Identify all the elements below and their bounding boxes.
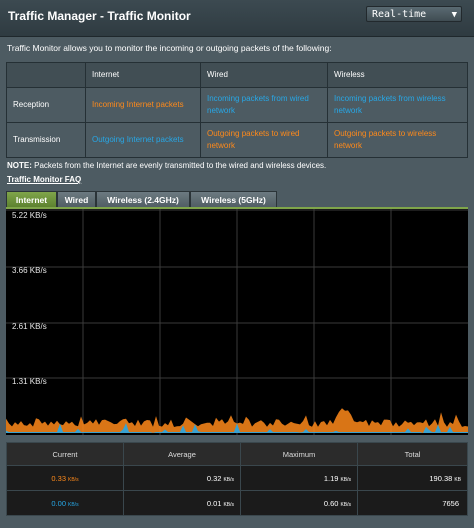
- average-value: 0.32: [206, 473, 222, 483]
- column-header-wireless: Wireless: [327, 62, 468, 88]
- stats-header-current: Current: [6, 442, 124, 466]
- cell-internet-transmission: Outgoing Internet packets: [85, 122, 201, 158]
- y-axis-label: 1.31 KB/s: [12, 377, 47, 386]
- total-value: 190.38: [429, 473, 453, 483]
- y-axis-label: 3.66 KB/s: [12, 266, 47, 275]
- unit-label: KB/s: [340, 476, 351, 483]
- chevron-down-icon: ▼: [451, 10, 457, 20]
- note-body: Packets from the Internet are evenly tra…: [31, 161, 327, 170]
- page-header: Traffic Manager - Traffic Monitor Real-t…: [0, 0, 474, 37]
- cell-wired-reception: Incoming packets from wired network: [200, 87, 328, 123]
- y-axis-label: 5.22 KB/s: [12, 211, 47, 220]
- table-row: Reception Incoming Internet packets Inco…: [6, 87, 468, 123]
- unit-label: KB: [454, 476, 461, 483]
- stats-total-reception: 190.38 KB: [357, 465, 468, 491]
- cell-wireless-reception: Incoming packets from wireless network: [327, 87, 468, 123]
- maximum-value: 0.60: [323, 498, 339, 508]
- mode-select-value: Real-time: [372, 9, 427, 20]
- stats-average-reception: 0.32 KB/s: [123, 465, 241, 491]
- traffic-graph-svg: [6, 209, 468, 435]
- traffic-graph: 5.22 KB/s 3.66 KB/s 2.61 KB/s 1.31 KB/s: [6, 207, 468, 435]
- stats-total-transmission: 7656: [357, 490, 468, 516]
- stats-header-maximum: Maximum: [240, 442, 358, 466]
- unit-label: KB/s: [223, 476, 234, 483]
- tab-wired[interactable]: Wired: [57, 191, 96, 208]
- average-value: 0.01: [206, 498, 222, 508]
- unit-label: KB/s: [223, 501, 234, 508]
- row-label-reception: Reception: [6, 87, 86, 123]
- unit-label: KB/s: [340, 501, 351, 508]
- stats-header-total: Total: [357, 442, 468, 466]
- faq-link[interactable]: Traffic Monitor FAQ: [7, 175, 81, 184]
- unit-label: KB/s: [68, 476, 79, 483]
- stats-maximum-reception: 1.19 KB/s: [240, 465, 358, 491]
- mode-select[interactable]: Real-time ▼: [366, 6, 462, 22]
- stats-current-transmission: 0.00 KB/s: [6, 490, 124, 516]
- page-title: Traffic Manager - Traffic Monitor: [8, 9, 191, 23]
- y-axis-label: 2.61 KB/s: [12, 322, 47, 331]
- description-text: Traffic Monitor allows you to monitor th…: [7, 43, 332, 53]
- traffic-stats-table: Current Average Maximum Total 0.33 KB/s 0…: [6, 442, 468, 516]
- current-value: 0.00: [51, 498, 67, 508]
- column-header-internet: Internet: [85, 62, 201, 88]
- stats-header-row: Current Average Maximum Total: [6, 442, 468, 466]
- tab-internet[interactable]: Internet: [6, 191, 57, 208]
- tab-wireless-2-4ghz[interactable]: Wireless (2.4GHz): [96, 191, 190, 208]
- stats-current-reception: 0.33 KB/s: [6, 465, 124, 491]
- table-corner-cell: [6, 62, 86, 88]
- table-row: Transmission Outgoing Internet packets O…: [6, 122, 468, 158]
- stats-maximum-transmission: 0.60 KB/s: [240, 490, 358, 516]
- cell-wireless-transmission: Outgoing packets to wireless network: [327, 122, 468, 158]
- cell-internet-reception: Incoming Internet packets: [85, 87, 201, 123]
- cell-wired-transmission: Outgoing packets to wired network: [200, 122, 328, 158]
- current-value: 0.33: [51, 473, 67, 483]
- note-label: NOTE:: [7, 161, 32, 170]
- stats-header-average: Average: [123, 442, 241, 466]
- total-value: 7656: [442, 498, 459, 508]
- note-text: NOTE: Packets from the Internet are even…: [7, 161, 326, 170]
- table-row: 0.33 KB/s 0.32 KB/s 1.19 KB/s 190.38 KB: [6, 465, 468, 491]
- table-row: 0.00 KB/s 0.01 KB/s 0.60 KB/s 7656: [6, 490, 468, 516]
- unit-label: KB/s: [68, 501, 79, 508]
- row-label-transmission: Transmission: [6, 122, 86, 158]
- tab-wireless-5ghz[interactable]: Wireless (5GHz): [190, 191, 277, 208]
- table-header-row: Internet Wired Wireless: [6, 62, 468, 88]
- stats-average-transmission: 0.01 KB/s: [123, 490, 241, 516]
- traffic-type-table: Internet Wired Wireless Reception Incomi…: [6, 62, 468, 158]
- maximum-value: 1.19: [323, 473, 339, 483]
- column-header-wired: Wired: [200, 62, 328, 88]
